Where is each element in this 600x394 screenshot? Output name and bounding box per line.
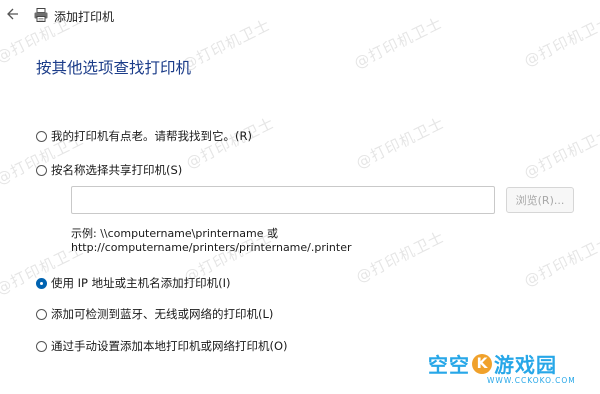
option-bluetooth-wireless[interactable]: 添加可检测到蓝牙、无线或网络的打印机(L) [36, 306, 273, 322]
radio-button-selected[interactable] [36, 277, 47, 289]
page-title: 按其他选项查找打印机 [36, 59, 192, 77]
watermark: @打印机卫士 [521, 11, 600, 71]
option-old-printer[interactable]: 我的打印机有点老。请帮我找到它。(R) [36, 128, 252, 144]
radio-button[interactable] [36, 164, 47, 176]
option-manual[interactable]: 通过手动设置添加本地打印机或网络打印机(O) [36, 338, 288, 354]
watermark: @打印机卫士 [521, 231, 600, 291]
option-tcpip[interactable]: 使用 IP 地址或主机名添加打印机(I) [36, 275, 231, 291]
brand-url: WWW.CCKOKO.COM [487, 376, 576, 385]
option-label: 按名称选择共享打印机(S) [51, 163, 183, 177]
watermark: @打印机卫士 [351, 13, 446, 73]
radio-button[interactable] [36, 308, 47, 320]
shared-printer-name-input[interactable] [71, 186, 495, 214]
option-label: 我的打印机有点老。请帮我找到它。(R) [51, 129, 252, 143]
example-text-line1: 示例: \\computername\printername 或 [71, 227, 279, 240]
option-label: 添加可检测到蓝牙、无线或网络的打印机(L) [51, 307, 274, 321]
window-title: 添加打印机 [54, 10, 115, 24]
watermark: @打印机卫士 [353, 227, 448, 287]
radio-button[interactable] [36, 130, 47, 142]
option-label: 通过手动设置添加本地打印机或网络打印机(O) [51, 339, 288, 353]
back-arrow-icon [7, 8, 18, 20]
back-button[interactable] [3, 5, 21, 23]
option-shared-by-name[interactable]: 按名称选择共享打印机(S) [36, 162, 182, 178]
browse-button[interactable]: 浏览(R)... [506, 187, 574, 213]
brand-name-left: 空空 [428, 353, 470, 377]
brand-logo: 空空 K 游戏园 [428, 349, 557, 378]
watermark: @打印机卫士 [353, 113, 448, 173]
brand-k-icon: K [472, 353, 492, 374]
option-label: 使用 IP 地址或主机名添加打印机(I) [51, 276, 231, 290]
example-text-line2: http://computername/printers/printername… [71, 241, 352, 254]
brand-name-right: 游戏园 [494, 353, 557, 377]
printer-icon [34, 8, 48, 22]
watermark: @打印机卫士 [521, 123, 600, 183]
watermark: @打印机卫士 [179, 15, 274, 75]
radio-button[interactable] [36, 340, 47, 352]
